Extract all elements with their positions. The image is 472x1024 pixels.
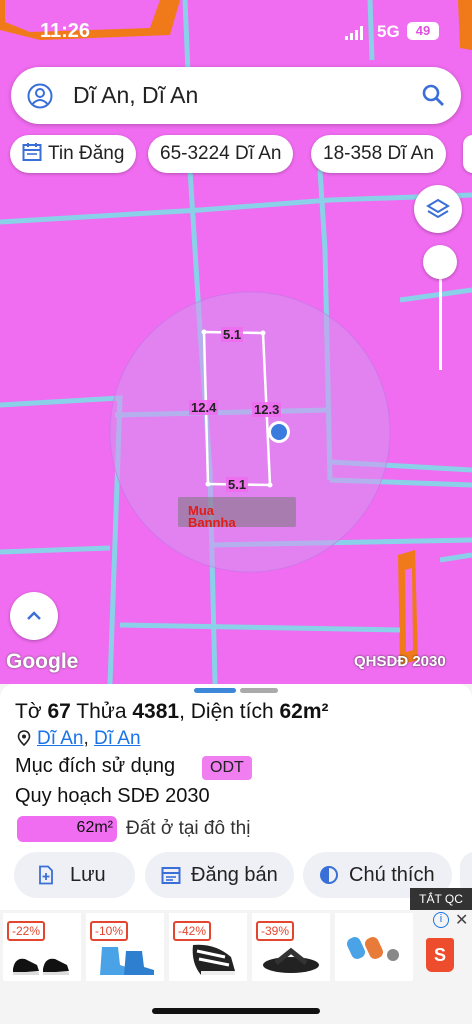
discount-badge: -39% [256,921,294,941]
chip-overflow[interactable] [463,135,472,173]
account-icon[interactable] [27,83,53,109]
discount-badge: -42% [173,921,211,941]
sheet-handle-active[interactable] [194,688,236,693]
ad-item[interactable]: -10% [86,913,164,981]
massage-tool-product-icon [346,937,399,961]
chip-sheet-18-358[interactable]: 18-358 Dĩ An [311,135,446,173]
layers-icon [426,198,450,219]
search-text[interactable]: Dĩ An, Dĩ An [73,82,198,109]
lot-edge-left: 12.4 [189,400,219,415]
bookmark-add-icon [39,865,53,885]
plan-label: Quy hoạch SDĐ 2030 [15,785,210,807]
shoes-product-icon [13,958,69,975]
contrast-icon [320,866,338,884]
search-icon[interactable] [421,83,445,107]
home-indicator[interactable] [152,1008,320,1014]
chip-sheet-65-3224[interactable]: 65-3224 Dĩ An [148,135,294,173]
discount-badge: -10% [90,921,128,941]
status-bar: 11:26 5G 49 [0,0,472,62]
plan-description: Đất ở tại đô thị [126,818,251,839]
purpose-code-badge: ODT [202,756,252,780]
chevron-up-icon [27,611,41,620]
watermark-logo: Mua Bannha [178,497,296,529]
battery-icon: 49 [407,22,439,40]
ad-close-icon[interactable]: ✕ [455,910,468,930]
google-logo: Google [6,650,79,673]
layers-button[interactable] [414,185,462,233]
parcel-location: Dĩ An, Dĩ An [17,728,141,750]
location-pin-icon [17,730,31,746]
post-for-sale-button[interactable]: Đăng bán [145,852,294,898]
sheet-handle[interactable] [240,688,278,693]
post-for-sale-label: Đăng bán [191,864,278,886]
hide-ads-button[interactable]: TẮT QC [410,888,472,910]
zoom-slider-handle[interactable] [423,245,457,279]
chip-label: Tin Đăng [48,143,125,164]
chip-label: 18-358 Dĩ An [323,143,434,164]
zoom-slider-track[interactable] [439,278,442,370]
search-bar[interactable]: Dĩ An, Dĩ An [11,67,461,124]
plan-area-value: 62m² [76,819,113,836]
ad-item[interactable]: -22% [3,913,81,981]
ad-item[interactable] [335,913,413,981]
map-view[interactable]: 5.1 12.4 12.3 5.1 Mua Bannha 11:26 5G 49 … [0,0,472,684]
save-button[interactable]: Lưu [14,852,135,898]
ad-item[interactable]: -42% [169,913,247,981]
shopee-logo[interactable]: S [426,938,454,972]
chip-tin-dang[interactable]: Tin Đăng [10,135,137,173]
ad-item[interactable]: -39% [252,913,330,981]
lot-edge-right: 12.3 [252,402,282,417]
expand-up-button[interactable] [10,592,58,640]
signal-icon [345,26,363,40]
ad-info-icon[interactable]: i [433,912,449,928]
ad-banner[interactable]: TẮT QC -22% -10% -42% -39% i ✕ S [0,888,472,1000]
network-type: 5G [377,22,400,41]
shoe-cover-product-icon [100,947,154,975]
parcel-title: Tờ 67 Thửa 4381, Diện tích 62m² [15,700,329,723]
save-label: Lưu [70,864,106,886]
discount-badge: -22% [7,921,45,941]
listing-icon [22,143,42,161]
layer-label: QHSDĐ 2030 [354,653,446,670]
sneaker-product-icon [192,944,235,975]
status-time: 11:26 [40,20,91,42]
district-link[interactable]: Dĩ An [37,728,83,749]
calendar-icon [161,867,181,884]
purpose-label: Mục đích sử dụng [15,755,176,777]
lot-edge-bottom: 5.1 [226,477,249,492]
lot-edge-top: 5.1 [221,327,244,342]
sandal-product-icon [263,947,319,973]
parcel-info-sheet[interactable]: Tờ 67 Thửa 4381, Diện tích 62m² Dĩ An, D… [0,684,472,910]
city-link[interactable]: Dĩ An [94,728,140,749]
chip-label: 65-3224 Dĩ An [160,143,282,164]
